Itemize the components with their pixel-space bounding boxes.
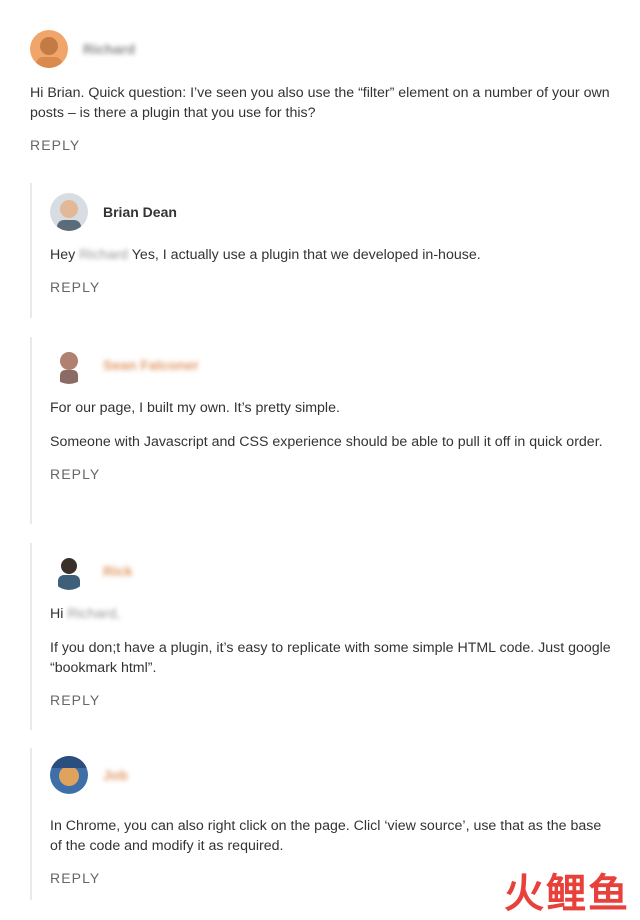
comment-header: Job xyxy=(50,755,620,795)
watermark-char: 火 xyxy=(504,871,544,917)
mention[interactable]: Richard xyxy=(79,245,128,265)
comment-text: Hey Richard Yes, I actually use a plugin… xyxy=(50,245,620,265)
comment-author[interactable]: Brian Dean xyxy=(103,204,177,220)
comment-header: Richard xyxy=(30,29,620,69)
comment-author[interactable]: Job xyxy=(103,767,128,783)
comment-header: Rick xyxy=(50,551,620,591)
reply-comment: Sean Falconer For our page, I built my o… xyxy=(30,337,620,524)
reply-button[interactable]: REPLY xyxy=(50,279,100,295)
avatar-rick-icon xyxy=(50,552,88,590)
reply-body: Yes, I actually use a plugin that we dev… xyxy=(131,247,481,263)
avatar[interactable] xyxy=(50,756,88,794)
comment-text: Hi Brian. Quick question: I’ve seen you … xyxy=(30,85,610,121)
comment-author[interactable]: Rick xyxy=(103,563,133,579)
comment-paragraph: Someone with Javascript and CSS experien… xyxy=(50,434,603,450)
avatar[interactable] xyxy=(50,552,88,590)
avatar-job-icon xyxy=(50,756,88,794)
avatar-brian-icon xyxy=(50,193,88,231)
comment-author[interactable]: Richard xyxy=(83,41,135,57)
mention[interactable]: Richard, xyxy=(67,604,120,624)
comment-paragraph: For our page, I built my own. It’s prett… xyxy=(50,400,340,416)
comment-author[interactable]: Sean Falconer xyxy=(103,357,199,373)
comment-header: Brian Dean xyxy=(50,192,620,232)
avatar-richard-icon xyxy=(30,30,68,68)
reply-button[interactable]: REPLY xyxy=(50,466,100,482)
reply-comment: Rick Hi Richard, If you don;t have a plu… xyxy=(30,543,620,730)
comment: Richard Hi Brian. Quick question: I’ve s… xyxy=(30,29,620,155)
avatar[interactable] xyxy=(50,193,88,231)
avatar[interactable] xyxy=(30,30,68,68)
avatar-sean-icon xyxy=(50,346,88,384)
comment-text: Hi Richard, xyxy=(50,604,620,624)
comment-paragraph: If you don;t have a plugin, it’s easy to… xyxy=(50,640,611,676)
greeting: Hi xyxy=(50,606,64,622)
reply-button[interactable]: REPLY xyxy=(50,870,100,886)
greeting: Hey xyxy=(50,247,76,263)
reply-button[interactable]: REPLY xyxy=(30,137,80,153)
avatar[interactable] xyxy=(50,346,88,384)
reply-button[interactable]: REPLY xyxy=(50,692,100,708)
comment-header: Sean Falconer xyxy=(50,345,620,385)
comment-paragraph: In Chrome, you can also right click on t… xyxy=(50,818,602,854)
reply-comment: Brian Dean Hey Richard Yes, I actually u… xyxy=(30,183,620,318)
watermark-char: 鲤 xyxy=(546,871,586,917)
watermark-char: 鱼 xyxy=(588,871,628,917)
watermark-logo: 火 鲤 鱼 xyxy=(504,874,628,914)
